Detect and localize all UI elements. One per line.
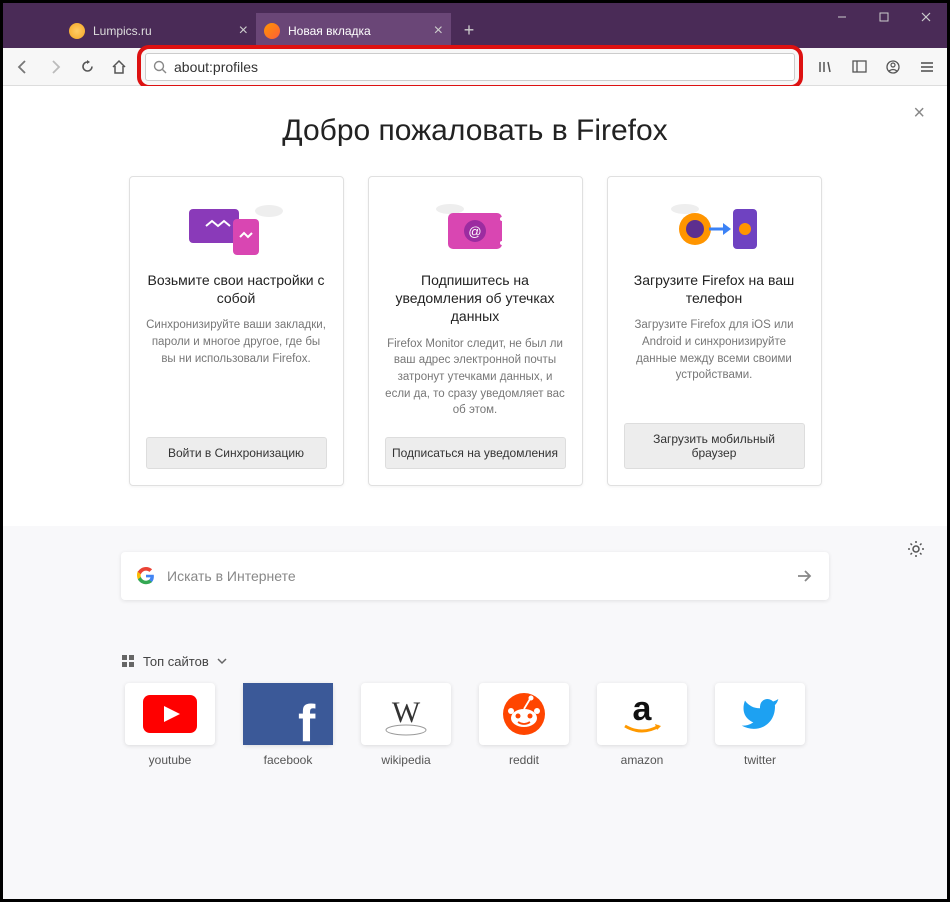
search-input[interactable]: [167, 568, 795, 584]
google-icon: [137, 567, 155, 585]
account-icon[interactable]: [879, 53, 907, 81]
site-reddit[interactable]: reddit: [475, 683, 573, 767]
site-youtube[interactable]: youtube: [121, 683, 219, 767]
chevron-down-icon: [217, 656, 227, 666]
search-icon: [153, 60, 167, 74]
url-input[interactable]: [145, 53, 795, 81]
welcome-cards: Возьмите свои настройки с собой Синхрони…: [43, 176, 907, 486]
newtab-lower: Топ сайтов youtube f facebook W wikipedi…: [3, 526, 947, 787]
card-title: Загрузите Firefox на ваш телефон: [624, 271, 805, 307]
grid-icon: [121, 654, 135, 668]
card-sync: Возьмите свои настройки с собой Синхрони…: [129, 176, 344, 486]
menu-icon[interactable]: [913, 53, 941, 81]
home-button[interactable]: [105, 53, 133, 81]
monitor-illustration: @: [420, 195, 530, 259]
tab-favicon: [69, 23, 85, 39]
site-label: twitter: [744, 753, 776, 767]
close-icon[interactable]: ×: [913, 102, 925, 125]
card-mobile-button[interactable]: Загрузить мобильный браузер: [624, 423, 805, 469]
svg-text:a: a: [633, 692, 653, 728]
tab-newtab[interactable]: Новая вкладка ×: [256, 13, 451, 48]
svg-text:W: W: [392, 696, 421, 729]
close-window-button[interactable]: [905, 3, 947, 31]
welcome-title: Добро пожаловать в Firefox: [43, 114, 907, 148]
site-label: amazon: [621, 753, 664, 767]
site-label: wikipedia: [381, 753, 430, 767]
site-label: reddit: [509, 753, 539, 767]
tab-strip: Lumpics.ru × Новая вкладка × +: [61, 13, 483, 48]
navbar: [3, 48, 947, 86]
tab-title: Новая вкладка: [288, 24, 371, 38]
card-monitor: @ Подпишитесь на уведомления об утечках …: [368, 176, 583, 486]
tab-lumpics[interactable]: Lumpics.ru ×: [61, 13, 256, 48]
tab-title: Lumpics.ru: [93, 24, 152, 38]
content-area: × Добро пожаловать в Firefox Возьмите св…: [3, 86, 947, 899]
mobile-illustration: [659, 195, 769, 259]
card-sync-button[interactable]: Войти в Синхронизацию: [146, 437, 327, 469]
site-wikipedia[interactable]: W wikipedia: [357, 683, 455, 767]
svg-text:f: f: [298, 695, 316, 745]
titlebar: Lumpics.ru × Новая вкладка × +: [3, 3, 947, 48]
minimize-button[interactable]: [821, 3, 863, 31]
card-desc: Firefox Monitor следит, не был ли ваш ад…: [385, 336, 566, 419]
close-icon[interactable]: ×: [239, 22, 248, 40]
back-button[interactable]: [9, 53, 37, 81]
tab-favicon: [264, 23, 280, 39]
card-desc: Загрузите Firefox для iOS или Android и …: [624, 317, 805, 405]
navbar-right-icons: [811, 53, 941, 81]
library-icon[interactable]: [811, 53, 839, 81]
search-box[interactable]: [121, 552, 829, 600]
svg-text:@: @: [468, 224, 481, 239]
gear-icon[interactable]: [907, 540, 925, 558]
forward-button[interactable]: [41, 53, 69, 81]
card-title: Возьмите свои настройки с собой: [146, 271, 327, 307]
reload-button[interactable]: [73, 53, 101, 81]
site-twitter[interactable]: twitter: [711, 683, 809, 767]
welcome-panel: × Добро пожаловать в Firefox Возьмите св…: [3, 86, 947, 526]
close-icon[interactable]: ×: [434, 22, 443, 40]
sync-illustration: [181, 195, 291, 259]
topsites-grid: youtube f facebook W wikipedia reddit a …: [121, 683, 829, 767]
topsites-header[interactable]: Топ сайтов: [121, 654, 829, 669]
site-amazon[interactable]: a amazon: [593, 683, 691, 767]
urlbar-container: [145, 53, 795, 81]
site-facebook[interactable]: f facebook: [239, 683, 337, 767]
new-tab-button[interactable]: +: [455, 17, 483, 45]
card-desc: Синхронизируйте ваши закладки, пароли и …: [146, 317, 327, 419]
arrow-right-icon[interactable]: [795, 567, 813, 585]
site-label: facebook: [264, 753, 313, 767]
sidebar-icon[interactable]: [845, 53, 873, 81]
topsites-label: Топ сайтов: [143, 654, 209, 669]
window-controls: [821, 3, 947, 31]
card-monitor-button[interactable]: Подписаться на уведомления: [385, 437, 566, 469]
card-mobile: Загрузите Firefox на ваш телефон Загрузи…: [607, 176, 822, 486]
site-label: youtube: [149, 753, 192, 767]
card-title: Подпишитесь на уведомления об утечках да…: [385, 271, 566, 326]
maximize-button[interactable]: [863, 3, 905, 31]
